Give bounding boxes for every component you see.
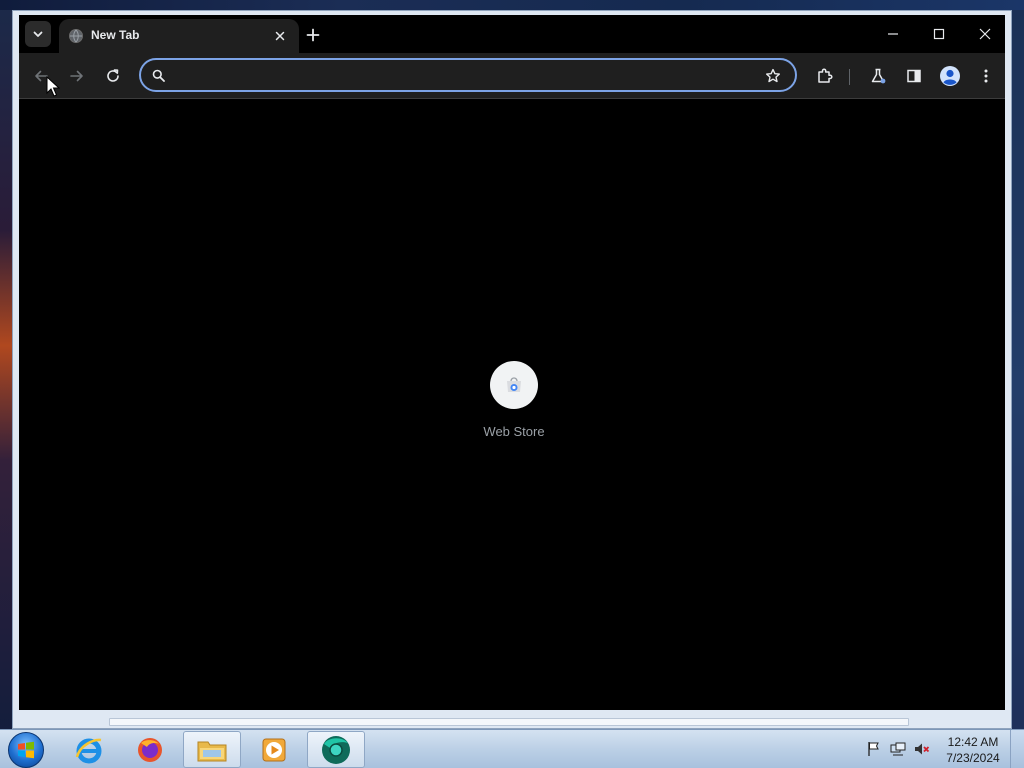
taskbar-app-media-player[interactable] [245,731,303,768]
avatar-icon [940,66,960,86]
windows-logo-icon [18,741,34,759]
internet-explorer-icon [75,738,102,763]
desktop-background-right [1012,0,1024,768]
reload-button[interactable] [99,62,127,90]
close-icon [275,31,285,41]
more-vert-icon [984,69,988,83]
flask-icon [871,68,886,84]
taskbar-app-internet-explorer[interactable] [60,731,118,768]
taskbar-app-chrome[interactable] [307,731,365,768]
shortcut-label: Web Store [483,424,545,439]
shortcut-icon-container [490,361,538,409]
taskbar: 12:42 AM 7/23/2024 [0,729,1024,768]
puzzle-piece-icon [818,68,833,83]
start-button[interactable] [8,732,44,768]
forward-button[interactable] [63,62,91,90]
minimize-icon [888,33,898,35]
toolbar-divider [849,69,850,85]
browser-window: New Tab Web Store [12,10,1012,729]
tab-search-button[interactable] [25,21,51,47]
address-bar[interactable] [139,58,797,92]
clock-time: 12:42 AM [947,735,999,749]
arrow-right-icon [70,70,83,82]
desktop-background-left [0,0,12,768]
show-desktop-button[interactable] [1010,730,1024,768]
side-panel-button[interactable] [900,62,928,90]
profile-button[interactable] [936,62,964,90]
tab-title: New Tab [91,28,140,42]
mouse-cursor-icon [46,76,60,97]
labs-button[interactable] [864,62,892,90]
maximize-button[interactable] [921,21,957,47]
media-player-icon [262,738,286,761]
firefox-icon [138,737,162,762]
horizontal-scrollbar[interactable] [19,714,1005,728]
tab-strip: New Tab [19,15,1005,53]
menu-button[interactable] [972,62,1000,90]
maximize-icon [933,28,945,40]
bookmark-star-button[interactable] [763,66,783,86]
browser-toolbar [19,53,1005,99]
chrome-icon [322,735,350,764]
taskbar-app-firefox[interactable] [121,731,179,768]
extensions-button[interactable] [811,62,839,90]
action-center-flag-icon[interactable] [866,741,882,757]
desktop-background-top [0,0,1024,10]
star-icon [766,68,780,83]
search-icon [150,67,166,83]
scrollbar-thumb[interactable] [109,718,909,726]
new-tab-button[interactable] [301,23,325,47]
address-input[interactable] [171,64,751,86]
close-icon [979,28,991,40]
volume-muted-icon[interactable] [914,741,930,757]
network-icon[interactable] [890,741,906,757]
tab-new-tab[interactable]: New Tab [59,19,299,53]
reload-icon [107,69,119,82]
folder-icon [197,741,227,761]
web-store-icon [507,377,521,392]
clock-date: 7/23/2024 [946,751,1000,765]
shortcut-web-store[interactable]: Web Store [469,361,559,451]
system-clock[interactable]: 12:42 AM 7/23/2024 [940,734,1006,766]
side-panel-icon [907,69,921,83]
new-tab-page: Web Store [19,99,1005,710]
globe-icon [69,29,83,43]
plus-icon [306,28,320,42]
taskbar-app-file-explorer[interactable] [183,731,241,768]
tab-close-button[interactable] [271,27,289,45]
chevron-down-icon [33,31,43,37]
minimize-button[interactable] [875,21,911,47]
window-close-button[interactable] [967,21,1003,47]
